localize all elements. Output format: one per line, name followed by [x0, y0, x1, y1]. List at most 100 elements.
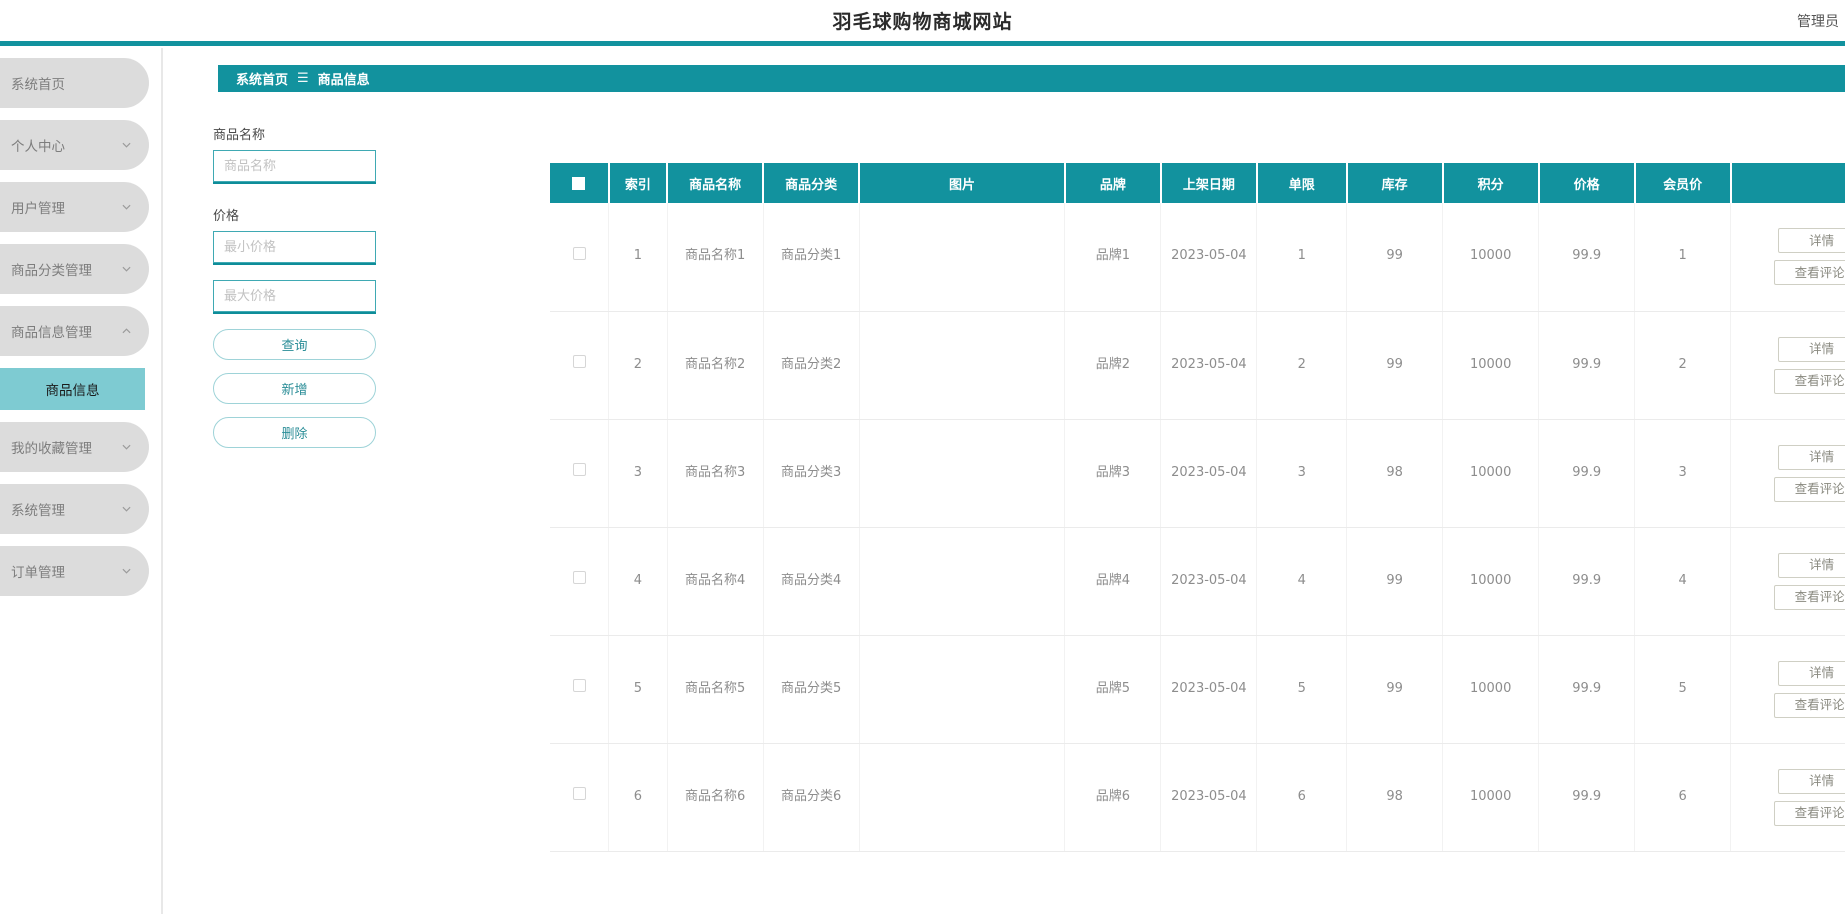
cell-limit: 6: [1256, 743, 1348, 852]
sidebar-item-7[interactable]: 订单管理: [0, 546, 149, 596]
main-content: 系统首页 ☰ 商品信息 商品名称 价格 查询 新增 删除: [165, 48, 1845, 914]
sidebar-item-5[interactable]: 我的收藏管理: [0, 422, 149, 472]
chevron-down-icon: [122, 443, 131, 452]
breadcrumb-home[interactable]: 系统首页: [236, 69, 288, 88]
row-checkbox-icon[interactable]: [572, 463, 586, 477]
sidebar-item-1[interactable]: 个人中心: [0, 120, 149, 170]
operation-buttons: 详情修改查看评论删除: [1733, 228, 1845, 286]
operation-buttons: 详情修改查看评论删除: [1733, 336, 1845, 394]
view-comments-button[interactable]: 查看评论: [1773, 584, 1845, 610]
sidebar-item-6[interactable]: 系统管理: [0, 484, 149, 534]
row-checkbox-icon[interactable]: [572, 246, 586, 260]
select-all-header[interactable]: [550, 163, 610, 203]
add-button[interactable]: 新增: [213, 373, 376, 404]
sidebar-item-label: 系统管理: [11, 503, 65, 519]
cell-brand: 品牌2: [1064, 311, 1162, 420]
cell-index: 4: [608, 527, 668, 636]
cell-brand: 品牌1: [1064, 203, 1162, 312]
sidebar-submenu-item-product-info[interactable]: 商品信息: [0, 368, 145, 410]
column-header-brand: 品牌: [1064, 163, 1162, 203]
sidebar-item-label: 商品信息管理: [11, 325, 92, 341]
cell-points: 10000: [1442, 527, 1540, 636]
sidebar-item-label: 商品分类管理: [11, 263, 92, 279]
sidebar-item-label: 订单管理: [11, 565, 65, 581]
row-select-cell[interactable]: [550, 743, 610, 852]
top-header: 羽毛球购物商城网站: [0, 0, 1845, 41]
chevron-down-icon: [122, 567, 131, 576]
cell-name: 商品名称1: [667, 203, 764, 312]
cell-operations: 详情修改查看评论删除: [1730, 419, 1845, 528]
column-header-index: 索引: [608, 163, 669, 203]
max-price-input[interactable]: [213, 280, 376, 312]
product-table: 索引 商品名称 商品分类 图片 品牌 上架日期 单限 库存 积分 价格 会员价 …: [550, 163, 1845, 852]
cell-operations: 详情修改查看评论删除: [1730, 527, 1845, 636]
row-checkbox-icon[interactable]: [572, 355, 586, 369]
chevron-down-icon: [122, 203, 131, 212]
table-row: 3商品名称3商品分类3品牌32023-05-043981000099.93详情修…: [550, 419, 1845, 528]
cell-name: 商品名称4: [667, 527, 764, 636]
sidebar-item-2[interactable]: 用户管理: [0, 182, 149, 232]
column-header-stock: 库存: [1346, 163, 1444, 203]
view-comments-button[interactable]: 查看评论: [1773, 800, 1845, 826]
cell-points: 10000: [1442, 203, 1540, 312]
column-header-price: 价格: [1538, 163, 1636, 203]
cell-limit: 5: [1256, 635, 1348, 744]
cell-stock: 98: [1346, 743, 1444, 852]
cell-image: [859, 419, 1066, 528]
row-select-cell[interactable]: [550, 635, 610, 744]
column-header-name: 商品名称: [667, 163, 765, 203]
cell-price: 99.9: [1538, 635, 1636, 744]
min-price-input[interactable]: [213, 231, 376, 263]
cell-member-price: 5: [1634, 635, 1732, 744]
page-title: 羽毛球购物商城网站: [832, 11, 1013, 33]
row-checkbox-icon[interactable]: [572, 571, 586, 585]
cell-category: 商品分类6: [763, 743, 860, 852]
detail-button[interactable]: 详情: [1777, 228, 1845, 254]
sidebar-item-3[interactable]: 商品分类管理: [0, 244, 149, 294]
cell-category: 商品分类1: [763, 203, 860, 312]
column-header-image: 图片: [859, 163, 1066, 203]
column-header-limit: 单限: [1256, 163, 1348, 203]
detail-button[interactable]: 详情: [1777, 660, 1845, 686]
row-checkbox-icon[interactable]: [572, 679, 586, 693]
cell-name: 商品名称3: [667, 419, 764, 528]
detail-button[interactable]: 详情: [1777, 336, 1845, 362]
breadcrumb-separator-icon: ☰: [297, 71, 309, 86]
detail-button[interactable]: 详情: [1777, 444, 1845, 470]
cell-member-price: 4: [1634, 527, 1732, 636]
cell-date: 2023-05-04: [1160, 311, 1258, 420]
current-user-label[interactable]: 管理员: [1797, 11, 1839, 31]
product-name-input[interactable]: [213, 150, 376, 182]
chevron-up-icon: [122, 327, 131, 336]
cell-index: 1: [608, 203, 668, 312]
cell-limit: 1: [1256, 203, 1348, 312]
table-header-row: 索引 商品名称 商品分类 图片 品牌 上架日期 单限 库存 积分 价格 会员价 …: [550, 163, 1845, 203]
cell-points: 10000: [1442, 419, 1540, 528]
cell-date: 2023-05-04: [1160, 527, 1258, 636]
row-select-cell[interactable]: [550, 527, 610, 636]
column-header-operations: 操作: [1730, 163, 1845, 203]
sidebar-item-0[interactable]: 系统首页: [0, 58, 149, 108]
search-button[interactable]: 查询: [213, 329, 376, 360]
operation-buttons: 详情修改查看评论删除: [1733, 660, 1845, 718]
detail-button[interactable]: 详情: [1777, 768, 1845, 794]
cell-date: 2023-05-04: [1160, 635, 1258, 744]
row-select-cell[interactable]: [550, 203, 610, 312]
row-checkbox-icon[interactable]: [572, 787, 586, 801]
delete-button[interactable]: 删除: [213, 417, 376, 448]
view-comments-button[interactable]: 查看评论: [1773, 476, 1845, 502]
select-all-checkbox-icon[interactable]: [572, 176, 586, 190]
row-select-cell[interactable]: [550, 311, 610, 420]
cell-stock: 98: [1346, 419, 1444, 528]
cell-operations: 详情修改查看评论删除: [1730, 203, 1845, 312]
view-comments-button[interactable]: 查看评论: [1773, 368, 1845, 394]
view-comments-button[interactable]: 查看评论: [1773, 692, 1845, 718]
cell-operations: 详情修改查看评论删除: [1730, 311, 1845, 420]
detail-button[interactable]: 详情: [1777, 552, 1845, 578]
view-comments-button[interactable]: 查看评论: [1773, 260, 1845, 286]
row-select-cell[interactable]: [550, 419, 610, 528]
cell-member-price: 3: [1634, 419, 1732, 528]
sidebar-item-4[interactable]: 商品信息管理: [0, 306, 149, 356]
cell-index: 2: [608, 311, 668, 420]
product-table-container: 索引 商品名称 商品分类 图片 品牌 上架日期 单限 库存 积分 价格 会员价 …: [550, 163, 1845, 914]
